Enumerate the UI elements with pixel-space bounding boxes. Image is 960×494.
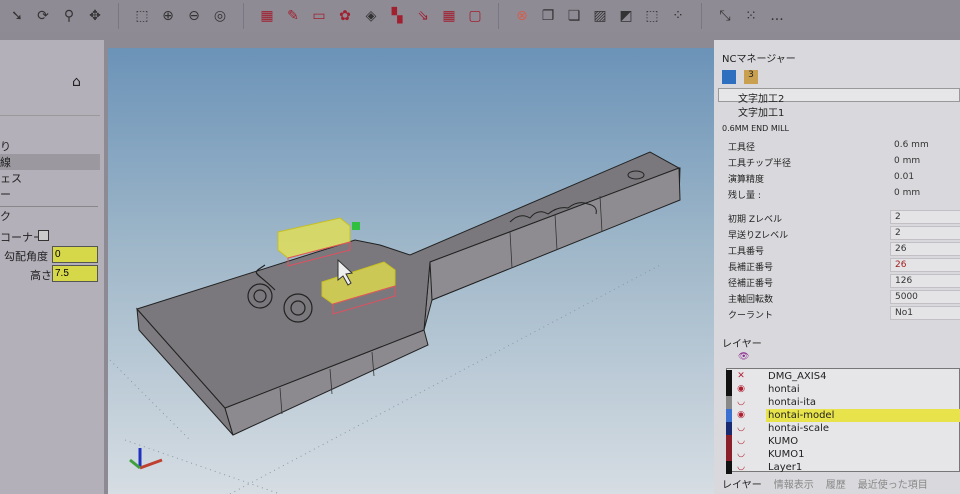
zoom-window-icon[interactable]: ⬚ (131, 5, 153, 27)
layer-item[interactable]: KUMO (766, 435, 960, 448)
operation-item[interactable]: 文字加工1 (738, 104, 784, 119)
bottom-tab[interactable]: レイヤー (722, 476, 762, 491)
toolbar: ➘ ⟳ ⚲ ✥ ⬚ ⊕ ⊖ ◎ ▦ ✎ ▭ ✿ ◈ ▚ ⇘ ▦ ▢ ⊗ ❐ ❏ ▨ ◩ ⬚ ⁘ ⤡ ⁙... (0, 0, 960, 32)
nc-number-icon[interactable]: 3 (744, 70, 758, 84)
grid-view-icon[interactable]: ▦ (256, 5, 278, 27)
slope-input[interactable] (52, 246, 98, 263)
nc-param-field[interactable]: 26 (890, 242, 960, 256)
nc-param-field[interactable]: 126 (890, 274, 960, 288)
operation-item[interactable]: 文字加工2 (738, 90, 784, 105)
nc-param-label: クーラント (728, 311, 774, 321)
layer-item[interactable]: hontai-model (766, 409, 960, 422)
zoom-fit-icon[interactable]: ◎ (209, 5, 231, 27)
grid4-icon[interactable]: ▦ (438, 5, 460, 27)
bottom-tab[interactable]: 履歴 (826, 476, 846, 491)
left-item[interactable]: ー (0, 186, 11, 202)
points-icon[interactable]: ⁘ (667, 5, 689, 27)
height-input[interactable] (52, 265, 98, 282)
measure-icon[interactable]: ⤡ (714, 5, 736, 27)
nc-param-label: 初期 Zレベル (728, 215, 783, 225)
nc-param-field[interactable]: 2 (890, 210, 960, 224)
layer-item[interactable]: DMG_AXIS4 (766, 370, 960, 383)
cancel-icon[interactable]: ⊗ (511, 5, 533, 27)
eye-closed-icon[interactable]: ◡ (732, 423, 750, 434)
layers-title: レイヤー (722, 339, 762, 350)
grid-color-icon[interactable]: ▚ (386, 5, 408, 27)
zoom-out-icon[interactable]: ⊖ (183, 5, 205, 27)
param-label: 工具チップ半径 (728, 159, 792, 169)
left-panel: ⌂ り 線 ェス ー ク コーナー 勾配角度 高さ (0, 40, 104, 494)
hatch-icon[interactable]: ▨ (589, 5, 611, 27)
eye-closed-icon[interactable]: ◡ (732, 436, 750, 447)
nc-param-field[interactable]: No1 (890, 306, 960, 320)
nc-manager-panel: NCマネージャー 3 文字加工2 文字加工1 0.6MM END MILL 工具… (714, 40, 960, 494)
dual-view-icon[interactable]: ▭ (308, 5, 330, 27)
height-label: 高さ (30, 269, 52, 282)
left-item[interactable]: ェス (0, 170, 22, 186)
eye-icon[interactable]: ◉ (732, 410, 750, 421)
model-view (109, 151, 681, 494)
eye-icon[interactable]: ◉ (732, 384, 750, 395)
origin-marker (352, 222, 360, 230)
corner-checkbox[interactable] (38, 230, 49, 241)
palette-icon[interactable]: ✿ (334, 5, 356, 27)
layer-item[interactable]: hontai-scale (766, 422, 960, 435)
home-icon[interactable]: ⌂ (72, 74, 81, 90)
param-value: 0.6 mm (894, 140, 929, 150)
eye-closed-icon[interactable]: ◡ (732, 462, 750, 473)
nc-param-field[interactable]: 5000 (890, 290, 960, 304)
points2-icon[interactable]: ⁙ (740, 5, 762, 27)
grid-empty-icon[interactable]: ▢ (464, 5, 486, 27)
swap-icon[interactable]: ⇘ (412, 5, 434, 27)
box-dotted-icon[interactable]: ⬚ (641, 5, 663, 27)
left-item-selected[interactable]: 線 (0, 154, 100, 170)
layers-stack-icon[interactable]: ◈ (360, 5, 382, 27)
part-top-face (136, 151, 681, 409)
nc-param-field[interactable]: 2 (890, 226, 960, 240)
hatch2-icon[interactable]: ◩ (615, 5, 637, 27)
zoom-in-icon[interactable]: ⊕ (157, 5, 179, 27)
rotate-icon[interactable]: ⟳ (32, 5, 54, 27)
nc-param-label: 長補正番号 (728, 263, 774, 273)
overlap1-icon[interactable]: ❐ (537, 5, 559, 27)
more-button[interactable]: ... (766, 5, 788, 27)
layer-item[interactable]: hontai-ita (766, 396, 960, 409)
nc-param-label: 早送りZレベル (728, 231, 789, 241)
param-value: 0.01 (894, 172, 915, 182)
eye-closed-icon[interactable]: ◡ (732, 397, 750, 408)
nc-param-field[interactable]: 26 (890, 258, 960, 272)
panel-title: NCマネージャー (722, 54, 796, 65)
bottom-tab[interactable]: 最近使った項目 (858, 476, 928, 491)
pen-icon[interactable]: ✎ (282, 5, 304, 27)
param-value: 0 mm (894, 156, 921, 166)
layer-item[interactable]: KUMO1 (766, 448, 960, 461)
eye-closed-icon[interactable]: ✕ (732, 371, 750, 382)
param-label: 工具径 (728, 143, 756, 153)
visibility-icon[interactable]: 👁 (738, 352, 749, 362)
left-item[interactable]: り (0, 138, 11, 154)
3d-viewport[interactable] (108, 48, 714, 494)
nc-param-label: 径補正番号 (728, 279, 774, 289)
overlap2-icon[interactable]: ❏ (563, 5, 585, 27)
nc-param-label: 主軸回転数 (728, 295, 774, 305)
axis-triad (129, 448, 163, 470)
param-value: 0 mm (894, 188, 921, 198)
layer-item[interactable]: Layer1 (766, 461, 960, 474)
param-label: 残し量 : (728, 191, 761, 201)
tool-name: 0.6MM END MILL (722, 124, 789, 133)
param-label: 演算精度 (728, 175, 765, 185)
select-arrow-icon[interactable]: ➘ (6, 5, 28, 27)
nc-tool-icon[interactable] (722, 70, 736, 84)
nc-param-label: 工具番号 (728, 247, 765, 257)
eye-closed-icon[interactable]: ◡ (732, 449, 750, 460)
bottom-tab[interactable]: 情報表示 (774, 476, 814, 491)
pan-icon[interactable]: ✥ (84, 5, 106, 27)
slope-label: 勾配角度 (4, 250, 48, 263)
layer-item[interactable]: hontai (766, 383, 960, 396)
zoom-icon[interactable]: ⚲ (58, 5, 80, 27)
left-item[interactable]: ク (0, 208, 11, 224)
